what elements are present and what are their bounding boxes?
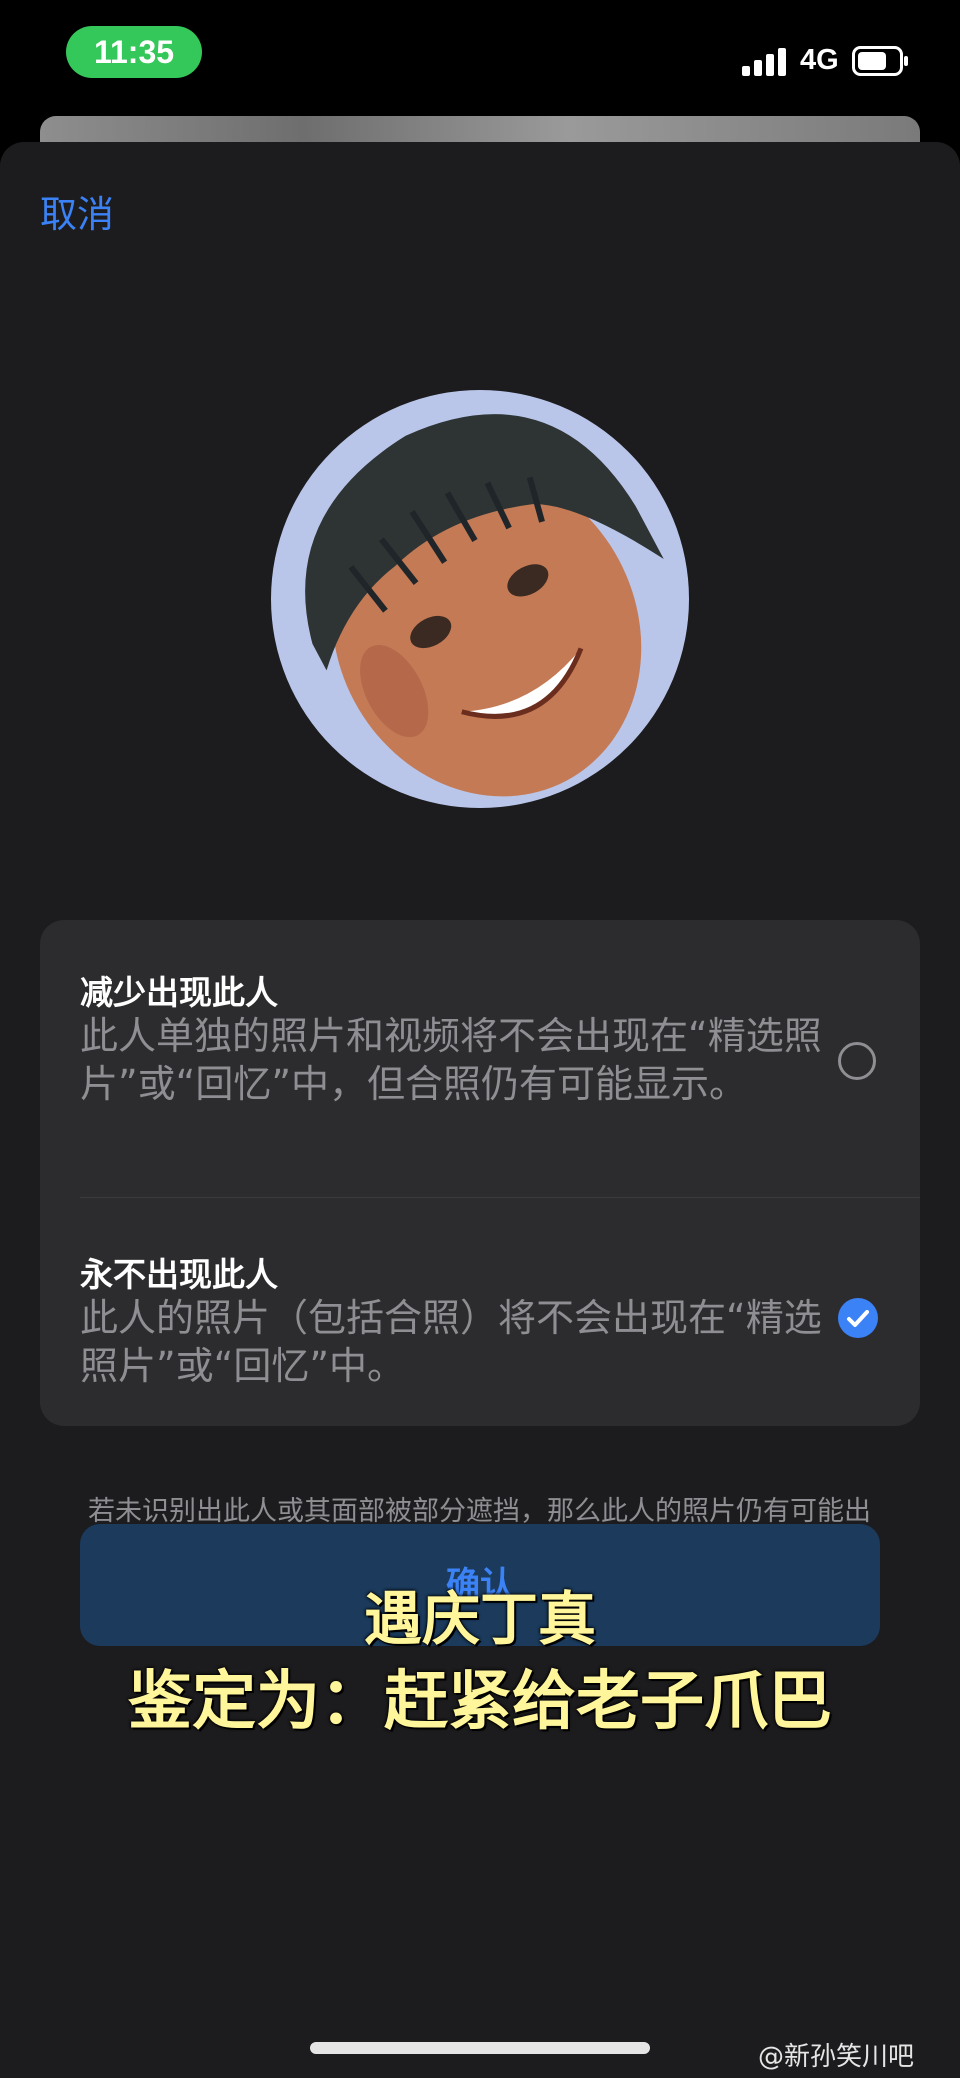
status-time: 11:35 xyxy=(66,26,202,78)
battery-icon xyxy=(852,46,908,76)
signal-icon xyxy=(742,48,786,76)
option-title: 减少出现此人 xyxy=(80,973,278,1012)
network-label: 4G xyxy=(800,44,839,76)
status-bar: 11:35 4G xyxy=(0,0,960,110)
checkmark-icon[interactable] xyxy=(838,1298,878,1338)
screen: 11:35 4G 取消 减少出现此人 此人单独的照片和视频将不会出现在“精选照片… xyxy=(0,0,960,2078)
caption-line-2: 鉴定为：赶紧给老子爪巴 xyxy=(128,1665,832,1739)
visibility-options-card: 减少出现此人 此人单独的照片和视频将不会出现在“精选照片”或“回忆”中，但合照仍… xyxy=(40,920,920,1426)
option-reduce[interactable]: 减少出现此人 此人单独的照片和视频将不会出现在“精选照片”或“回忆”中，但合照仍… xyxy=(40,920,920,1197)
hide-person-sheet: 取消 减少出现此人 此人单独的照片和视频将不会出现在“精选照片”或“回忆”中，但… xyxy=(0,142,960,2078)
cancel-button[interactable]: 取消 xyxy=(40,184,114,238)
home-indicator[interactable] xyxy=(310,2042,650,2054)
radio-unchecked-icon[interactable] xyxy=(838,1042,876,1080)
option-title: 永不出现此人 xyxy=(80,1255,278,1294)
option-description: 此人单独的照片和视频将不会出现在“精选照片”或“回忆”中，但合照仍有可能显示。 xyxy=(80,1014,822,1106)
option-description: 此人的照片（包括合照）将不会出现在“精选照片”或“回忆”中。 xyxy=(80,1296,822,1388)
watermark: @新孙笑川吧 xyxy=(758,2042,915,2072)
option-never[interactable]: 永不出现此人 此人的照片（包括合照）将不会出现在“精选照片”或“回忆”中。 xyxy=(40,1198,920,1426)
person-avatar xyxy=(271,390,689,808)
caption-line-1: 遇庆丁真 xyxy=(363,1585,596,1653)
